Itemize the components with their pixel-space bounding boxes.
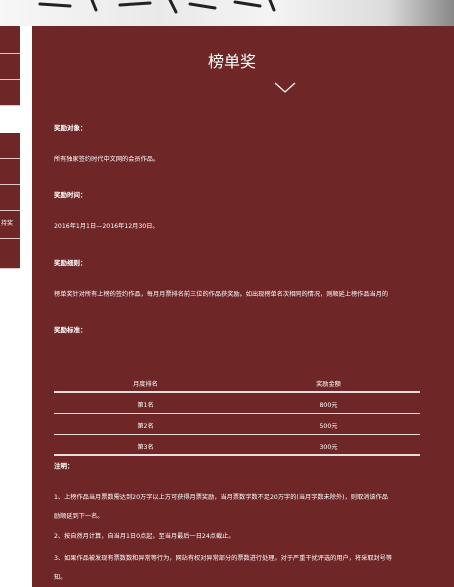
table-divider	[54, 454, 420, 456]
sidebar-item-6[interactable]	[0, 185, 20, 211]
header-banner	[0, 0, 454, 26]
chevron-down-icon	[274, 82, 296, 93]
note-line: 励顺延到下一名。	[54, 513, 104, 520]
table-cell-amount: 800元	[319, 402, 338, 409]
note-line: 3、如果作品被发现有票数数和异常等行为，网站有权对异常部分的票数进行处理。对于严…	[54, 555, 393, 562]
sidebar-item-award[interactable]: 持奖	[0, 211, 20, 239]
table-header-amount: 奖励金额	[316, 381, 341, 388]
sidebar-item-active[interactable]	[0, 106, 20, 133]
banner-calligraphy	[38, 0, 276, 14]
table-row: 第3名 300元	[54, 435, 420, 456]
table-cell-amount: 500元	[319, 423, 338, 430]
note-line: 知。	[54, 574, 67, 581]
sidebar-item-4[interactable]	[0, 133, 20, 159]
table-cell-rank: 第3名	[137, 444, 154, 451]
section-heading-notes: 注明：	[54, 462, 74, 470]
note-line: 2、按自然月计算，自当月1日0点起，至当月最后一日24点截止。	[54, 533, 235, 540]
section-text-target: 所有独家签约时代中文网的会员作品。	[54, 156, 160, 163]
sidebar-item-1[interactable]	[0, 26, 20, 54]
award-table: 月度排名 奖励金额 第1名 800元 第2名 500元 第3名 300元	[54, 372, 420, 456]
section-heading-time: 奖励时间：	[54, 191, 87, 199]
table-header-row: 月度排名 奖励金额	[54, 372, 420, 393]
table-row: 第2名 500元	[54, 414, 420, 435]
sidebar-item-label: 持奖	[1, 220, 14, 227]
table-cell-rank: 第1名	[137, 402, 154, 409]
sidebar-item-2[interactable]	[0, 54, 20, 80]
sidebar-item-5[interactable]	[0, 159, 20, 185]
table-cell-rank: 第2名	[137, 423, 154, 430]
page-title: 榜单奖	[207, 52, 256, 71]
section-heading-rules: 奖励细则：	[54, 259, 87, 267]
section-text-time: 2016年1月1日—2016年12月30日。	[54, 223, 159, 230]
section-heading-standard: 奖励标准：	[54, 326, 87, 334]
table-cell-amount: 300元	[319, 444, 338, 451]
sidebar-item-7[interactable]	[0, 239, 20, 269]
award-content-panel: 榜单奖 奖励对象： 所有独家签约时代中文网的会员作品。 奖励时间： 2016年1…	[32, 26, 454, 587]
sidebar-item-3[interactable]	[0, 80, 20, 106]
table-row: 第1名 800元	[54, 393, 420, 414]
table-header-rank: 月度排名	[133, 381, 158, 388]
section-text-rules: 榜单奖针对所有上榜的签约作品，每月月票排名前三位的作品获奖励。如出现榜单名次相同…	[54, 291, 389, 298]
note-line: 1、上榜作品当月票数需达到20万字以上方可获得月票奖励，当月票数字数不足20万字…	[54, 494, 388, 501]
sidebar-nav: 持奖	[0, 26, 20, 271]
section-heading-target: 奖励对象：	[54, 124, 87, 132]
